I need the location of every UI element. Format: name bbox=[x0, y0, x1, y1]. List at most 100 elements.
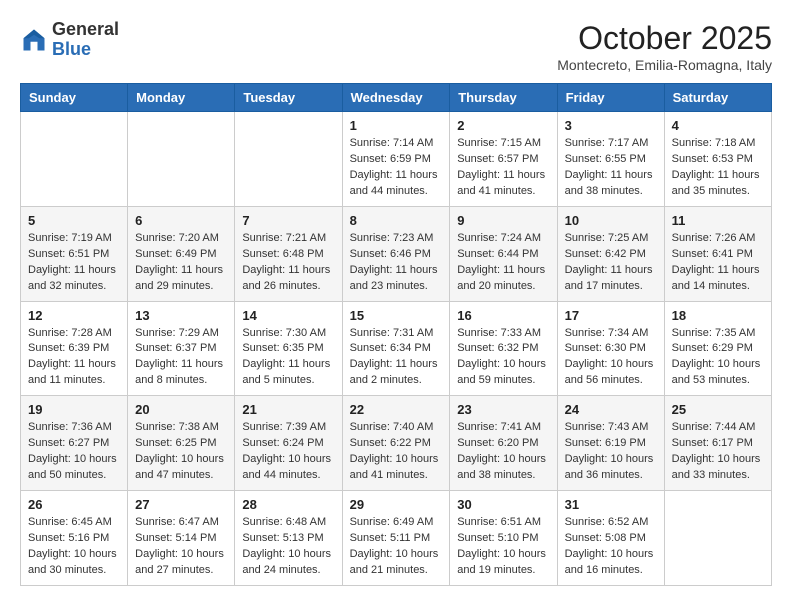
calendar-cell: 21Sunrise: 7:39 AM Sunset: 6:24 PM Dayli… bbox=[235, 396, 342, 491]
day-info: Sunrise: 7:34 AM Sunset: 6:30 PM Dayligh… bbox=[565, 326, 657, 390]
day-number: 15 bbox=[350, 308, 443, 323]
day-number: 30 bbox=[457, 497, 549, 512]
day-number: 17 bbox=[565, 308, 657, 323]
calendar-cell: 18Sunrise: 7:35 AM Sunset: 6:29 PM Dayli… bbox=[664, 301, 771, 396]
day-info: Sunrise: 6:48 AM Sunset: 5:13 PM Dayligh… bbox=[242, 515, 334, 579]
calendar-cell: 2 Sunrise: 7:15 AM Sunset: 6:57 PM Daylig… bbox=[450, 112, 557, 207]
day-info: Sunrise: 7:26 AM Sunset: 6:41 PM Dayligh… bbox=[672, 231, 764, 295]
calendar-cell bbox=[21, 112, 128, 207]
calendar-cell: 29 Sunrise: 6:49 AM Sunset: 5:11 PM Dayli… bbox=[342, 491, 450, 586]
day-number: 16 bbox=[457, 308, 549, 323]
day-of-week-header: Tuesday bbox=[235, 84, 342, 112]
calendar-cell: 15 Sunrise: 7:31 AM Sunset: 6:34 PM Dayli… bbox=[342, 301, 450, 396]
calendar-cell: 9 Sunrise: 7:24 AM Sunset: 6:44 PM Daylig… bbox=[450, 206, 557, 301]
day-of-week-header: Friday bbox=[557, 84, 664, 112]
calendar-cell: 6 Sunrise: 7:20 AM Sunset: 6:49 PM Daylig… bbox=[128, 206, 235, 301]
day-number: 29 bbox=[350, 497, 443, 512]
header: General Blue October 2025 Montecreto, Em… bbox=[20, 20, 772, 73]
day-info: Sunrise: 7:36 AM Sunset: 6:27 PM Dayligh… bbox=[28, 420, 120, 484]
day-info: Sunrise: 6:52 AM Sunset: 5:08 PM Dayligh… bbox=[565, 515, 657, 579]
calendar-cell: 4Sunrise: 7:18 AM Sunset: 6:53 PM Daylig… bbox=[664, 112, 771, 207]
calendar-cell bbox=[235, 112, 342, 207]
calendar-cell: 12Sunrise: 7:28 AM Sunset: 6:39 PM Dayli… bbox=[21, 301, 128, 396]
day-of-week-header: Wednesday bbox=[342, 84, 450, 112]
day-info: Sunrise: 6:47 AM Sunset: 5:14 PM Dayligh… bbox=[135, 515, 227, 579]
logo: General Blue bbox=[20, 20, 119, 60]
day-number: 2 bbox=[457, 118, 549, 133]
day-number: 19 bbox=[28, 402, 120, 417]
day-info: Sunrise: 7:33 AM Sunset: 6:32 PM Dayligh… bbox=[457, 326, 549, 390]
day-number: 28 bbox=[242, 497, 334, 512]
day-number: 8 bbox=[350, 213, 443, 228]
day-info: Sunrise: 7:44 AM Sunset: 6:17 PM Dayligh… bbox=[672, 420, 764, 484]
calendar-cell: 1 Sunrise: 7:14 AM Sunset: 6:59 PM Daylig… bbox=[342, 112, 450, 207]
day-info: Sunrise: 6:45 AM Sunset: 5:16 PM Dayligh… bbox=[28, 515, 120, 579]
calendar-cell: 19 Sunrise: 7:36 AM Sunset: 6:27 PM Dayli… bbox=[21, 396, 128, 491]
day-number: 26 bbox=[28, 497, 120, 512]
logo-blue-text: Blue bbox=[52, 39, 91, 59]
calendar-cell: 30 Sunrise: 6:51 AM Sunset: 5:10 PM Dayli… bbox=[450, 491, 557, 586]
calendar-cell: 8 Sunrise: 7:23 AM Sunset: 6:46 PM Daylig… bbox=[342, 206, 450, 301]
day-info: Sunrise: 7:31 AM Sunset: 6:34 PM Dayligh… bbox=[350, 326, 443, 390]
day-info: Sunrise: 6:51 AM Sunset: 5:10 PM Dayligh… bbox=[457, 515, 549, 579]
day-number: 18 bbox=[672, 308, 764, 323]
calendar-cell: 26 Sunrise: 6:45 AM Sunset: 5:16 PM Dayli… bbox=[21, 491, 128, 586]
location-subtitle: Montecreto, Emilia-Romagna, Italy bbox=[557, 57, 772, 73]
day-info: Sunrise: 7:25 AM Sunset: 6:42 PM Dayligh… bbox=[565, 231, 657, 295]
day-info: Sunrise: 7:20 AM Sunset: 6:49 PM Dayligh… bbox=[135, 231, 227, 295]
day-number: 7 bbox=[242, 213, 334, 228]
logo-general-text: General bbox=[52, 19, 119, 39]
day-info: Sunrise: 7:41 AM Sunset: 6:20 PM Dayligh… bbox=[457, 420, 549, 484]
calendar-cell: 22 Sunrise: 7:40 AM Sunset: 6:22 PM Dayli… bbox=[342, 396, 450, 491]
day-number: 22 bbox=[350, 402, 443, 417]
calendar-cell: 11Sunrise: 7:26 AM Sunset: 6:41 PM Dayli… bbox=[664, 206, 771, 301]
day-info: Sunrise: 7:30 AM Sunset: 6:35 PM Dayligh… bbox=[242, 326, 334, 390]
day-number: 21 bbox=[242, 402, 334, 417]
day-info: Sunrise: 7:40 AM Sunset: 6:22 PM Dayligh… bbox=[350, 420, 443, 484]
calendar-cell bbox=[128, 112, 235, 207]
day-info: Sunrise: 7:23 AM Sunset: 6:46 PM Dayligh… bbox=[350, 231, 443, 295]
day-info: Sunrise: 7:38 AM Sunset: 6:25 PM Dayligh… bbox=[135, 420, 227, 484]
month-title: October 2025 bbox=[557, 20, 772, 57]
day-of-week-header: Monday bbox=[128, 84, 235, 112]
calendar-cell: 23Sunrise: 7:41 AM Sunset: 6:20 PM Dayli… bbox=[450, 396, 557, 491]
calendar-cell: 24 Sunrise: 7:43 AM Sunset: 6:19 PM Dayli… bbox=[557, 396, 664, 491]
day-number: 5 bbox=[28, 213, 120, 228]
day-info: Sunrise: 7:19 AM Sunset: 6:51 PM Dayligh… bbox=[28, 231, 120, 295]
calendar-cell: 7 Sunrise: 7:21 AM Sunset: 6:48 PM Daylig… bbox=[235, 206, 342, 301]
day-number: 12 bbox=[28, 308, 120, 323]
calendar-cell: 20 Sunrise: 7:38 AM Sunset: 6:25 PM Dayli… bbox=[128, 396, 235, 491]
calendar-cell: 16 Sunrise: 7:33 AM Sunset: 6:32 PM Dayli… bbox=[450, 301, 557, 396]
day-number: 24 bbox=[565, 402, 657, 417]
title-area: October 2025 Montecreto, Emilia-Romagna,… bbox=[557, 20, 772, 73]
calendar: SundayMondayTuesdayWednesdayThursdayFrid… bbox=[20, 83, 772, 586]
logo-icon bbox=[20, 26, 48, 54]
calendar-cell: 31Sunrise: 6:52 AM Sunset: 5:08 PM Dayli… bbox=[557, 491, 664, 586]
calendar-cell: 25 Sunrise: 7:44 AM Sunset: 6:17 PM Dayli… bbox=[664, 396, 771, 491]
day-number: 25 bbox=[672, 402, 764, 417]
calendar-cell: 14Sunrise: 7:30 AM Sunset: 6:35 PM Dayli… bbox=[235, 301, 342, 396]
day-number: 20 bbox=[135, 402, 227, 417]
calendar-cell: 17 Sunrise: 7:34 AM Sunset: 6:30 PM Dayli… bbox=[557, 301, 664, 396]
day-info: Sunrise: 7:43 AM Sunset: 6:19 PM Dayligh… bbox=[565, 420, 657, 484]
day-info: Sunrise: 7:24 AM Sunset: 6:44 PM Dayligh… bbox=[457, 231, 549, 295]
day-number: 3 bbox=[565, 118, 657, 133]
calendar-cell bbox=[664, 491, 771, 586]
calendar-cell: 5 Sunrise: 7:19 AM Sunset: 6:51 PM Daylig… bbox=[21, 206, 128, 301]
calendar-cell: 28 Sunrise: 6:48 AM Sunset: 5:13 PM Dayli… bbox=[235, 491, 342, 586]
day-number: 9 bbox=[457, 213, 549, 228]
day-info: Sunrise: 7:14 AM Sunset: 6:59 PM Dayligh… bbox=[350, 136, 443, 200]
day-info: Sunrise: 6:49 AM Sunset: 5:11 PM Dayligh… bbox=[350, 515, 443, 579]
day-info: Sunrise: 7:15 AM Sunset: 6:57 PM Dayligh… bbox=[457, 136, 549, 200]
calendar-cell: 3Sunrise: 7:17 AM Sunset: 6:55 PM Daylig… bbox=[557, 112, 664, 207]
day-number: 10 bbox=[565, 213, 657, 228]
day-info: Sunrise: 7:18 AM Sunset: 6:53 PM Dayligh… bbox=[672, 136, 764, 200]
day-info: Sunrise: 7:29 AM Sunset: 6:37 PM Dayligh… bbox=[135, 326, 227, 390]
calendar-cell: 13 Sunrise: 7:29 AM Sunset: 6:37 PM Dayli… bbox=[128, 301, 235, 396]
calendar-cell: 27Sunrise: 6:47 AM Sunset: 5:14 PM Dayli… bbox=[128, 491, 235, 586]
day-info: Sunrise: 7:21 AM Sunset: 6:48 PM Dayligh… bbox=[242, 231, 334, 295]
day-number: 6 bbox=[135, 213, 227, 228]
calendar-cell: 10 Sunrise: 7:25 AM Sunset: 6:42 PM Dayli… bbox=[557, 206, 664, 301]
day-number: 13 bbox=[135, 308, 227, 323]
day-number: 1 bbox=[350, 118, 443, 133]
